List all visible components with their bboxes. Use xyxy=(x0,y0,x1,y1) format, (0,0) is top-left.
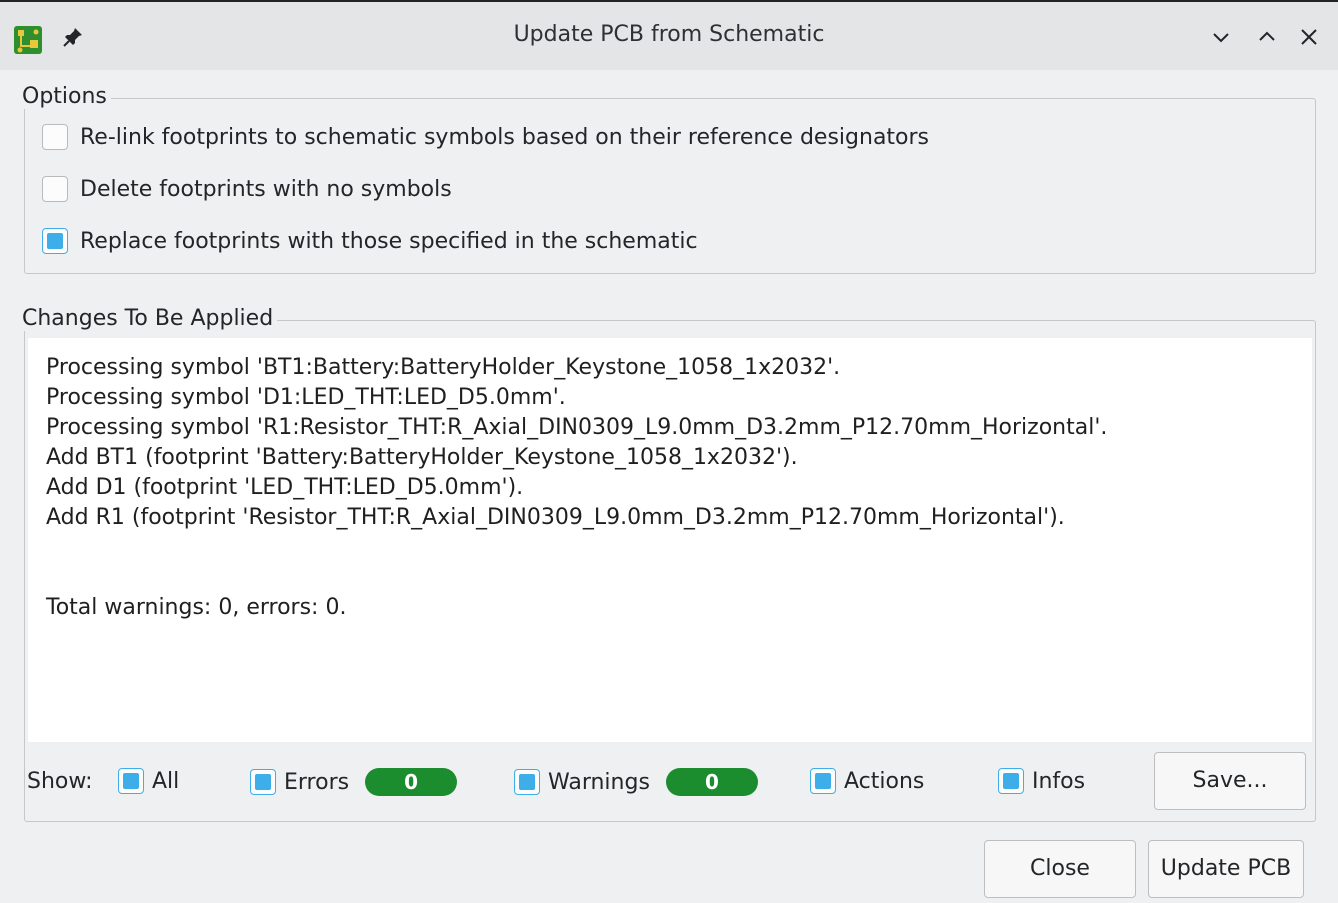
update-pcb-button[interactable]: Update PCB xyxy=(1148,840,1304,898)
log-line: Add BT1 (footprint 'Battery:BatteryHolde… xyxy=(46,445,798,470)
warnings-count-badge: 0 xyxy=(665,768,758,796)
close-icon[interactable] xyxy=(1296,24,1322,50)
filter-actions-checkbox[interactable] xyxy=(810,768,836,794)
log-summary: Total warnings: 0, errors: 0. xyxy=(46,595,347,620)
filter-errors[interactable]: Errors 0 xyxy=(250,768,458,796)
relink-footprints-checkbox[interactable] xyxy=(42,124,68,150)
delete-footprints-option[interactable]: Delete footprints with no symbols xyxy=(42,176,452,202)
log-line: Processing symbol 'BT1:Battery:BatteryHo… xyxy=(46,355,841,380)
log-spacer xyxy=(46,533,1294,593)
title-bar: Update PCB from Schematic xyxy=(0,0,1338,70)
relink-footprints-label: Re-link footprints to schematic symbols … xyxy=(80,124,930,150)
window-title: Update PCB from Schematic xyxy=(513,22,825,47)
close-button[interactable]: Close xyxy=(984,840,1136,898)
delete-footprints-checkbox[interactable] xyxy=(42,176,68,202)
show-filter-bar: Show: All Errors 0 Warnings 0 Actions In… xyxy=(24,754,1314,808)
filter-actions-label: Actions xyxy=(844,768,925,794)
replace-footprints-option[interactable]: Replace footprints with those specified … xyxy=(42,228,698,254)
errors-count-badge: 0 xyxy=(365,768,458,796)
filter-all-label: All xyxy=(152,768,180,794)
save-button[interactable]: Save... xyxy=(1154,752,1306,810)
log-line: Processing symbol 'D1:LED_THT:LED_D5.0mm… xyxy=(46,385,566,410)
filter-all-checkbox[interactable] xyxy=(118,768,144,794)
changes-legend: Changes To Be Applied xyxy=(22,306,278,331)
relink-footprints-option[interactable]: Re-link footprints to schematic symbols … xyxy=(42,124,929,150)
filter-infos-label: Infos xyxy=(1032,768,1086,794)
filter-all[interactable]: All xyxy=(118,768,179,794)
filter-warnings[interactable]: Warnings 0 xyxy=(514,768,758,796)
replace-footprints-label: Replace footprints with those specified … xyxy=(80,228,698,254)
filter-warnings-label: Warnings xyxy=(548,769,650,795)
options-legend: Options xyxy=(22,84,111,109)
maximize-icon[interactable] xyxy=(1254,24,1280,50)
filter-infos[interactable]: Infos xyxy=(998,768,1085,794)
show-label: Show: xyxy=(27,769,93,794)
changes-log[interactable]: Processing symbol 'BT1:Battery:BatteryHo… xyxy=(28,338,1312,742)
replace-footprints-checkbox[interactable] xyxy=(42,228,68,254)
filter-actions[interactable]: Actions xyxy=(810,768,924,794)
delete-footprints-label: Delete footprints with no symbols xyxy=(80,176,452,202)
minimize-icon[interactable] xyxy=(1208,24,1234,50)
filter-errors-checkbox[interactable] xyxy=(250,769,276,795)
log-line: Add D1 (footprint 'LED_THT:LED_D5.0mm'). xyxy=(46,475,524,500)
filter-warnings-checkbox[interactable] xyxy=(514,769,540,795)
log-line: Add R1 (footprint 'Resistor_THT:R_Axial_… xyxy=(46,505,1065,530)
filter-infos-checkbox[interactable] xyxy=(998,768,1024,794)
filter-errors-label: Errors xyxy=(284,769,350,795)
log-line: Processing symbol 'R1:Resistor_THT:R_Axi… xyxy=(46,415,1108,440)
